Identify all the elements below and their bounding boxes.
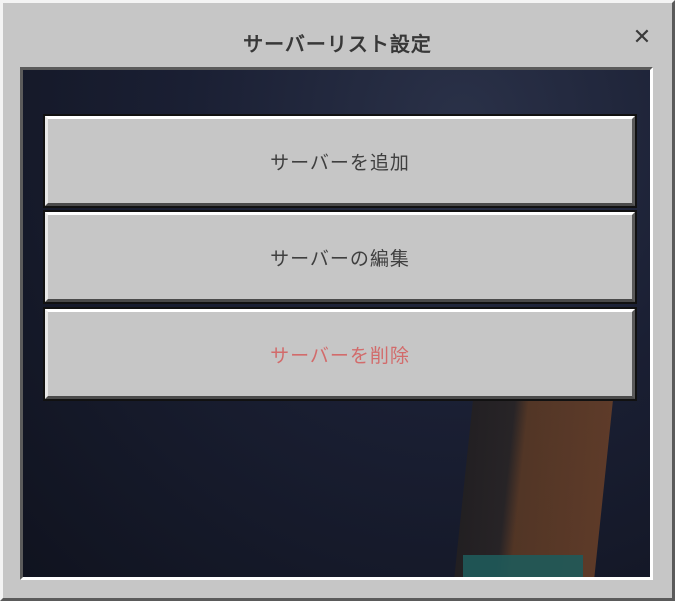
server-list-settings-dialog: サーバーリスト設定 ✕ サーバーを追加 サーバーの編集 サーバーを削除: [0, 0, 675, 601]
dialog-title: サーバーリスト設定: [243, 32, 432, 56]
background-world-block-teal: [463, 555, 583, 577]
dialog-content: サーバーを追加 サーバーの編集 サーバーを削除: [20, 67, 653, 580]
close-icon[interactable]: ✕: [630, 27, 654, 51]
edit-server-button[interactable]: サーバーの編集: [45, 212, 635, 302]
delete-server-button[interactable]: サーバーを削除: [45, 309, 635, 399]
add-server-button[interactable]: サーバーを追加: [45, 116, 635, 206]
background-world-block: [453, 400, 613, 577]
dialog-header: サーバーリスト設定 ✕: [3, 3, 672, 67]
